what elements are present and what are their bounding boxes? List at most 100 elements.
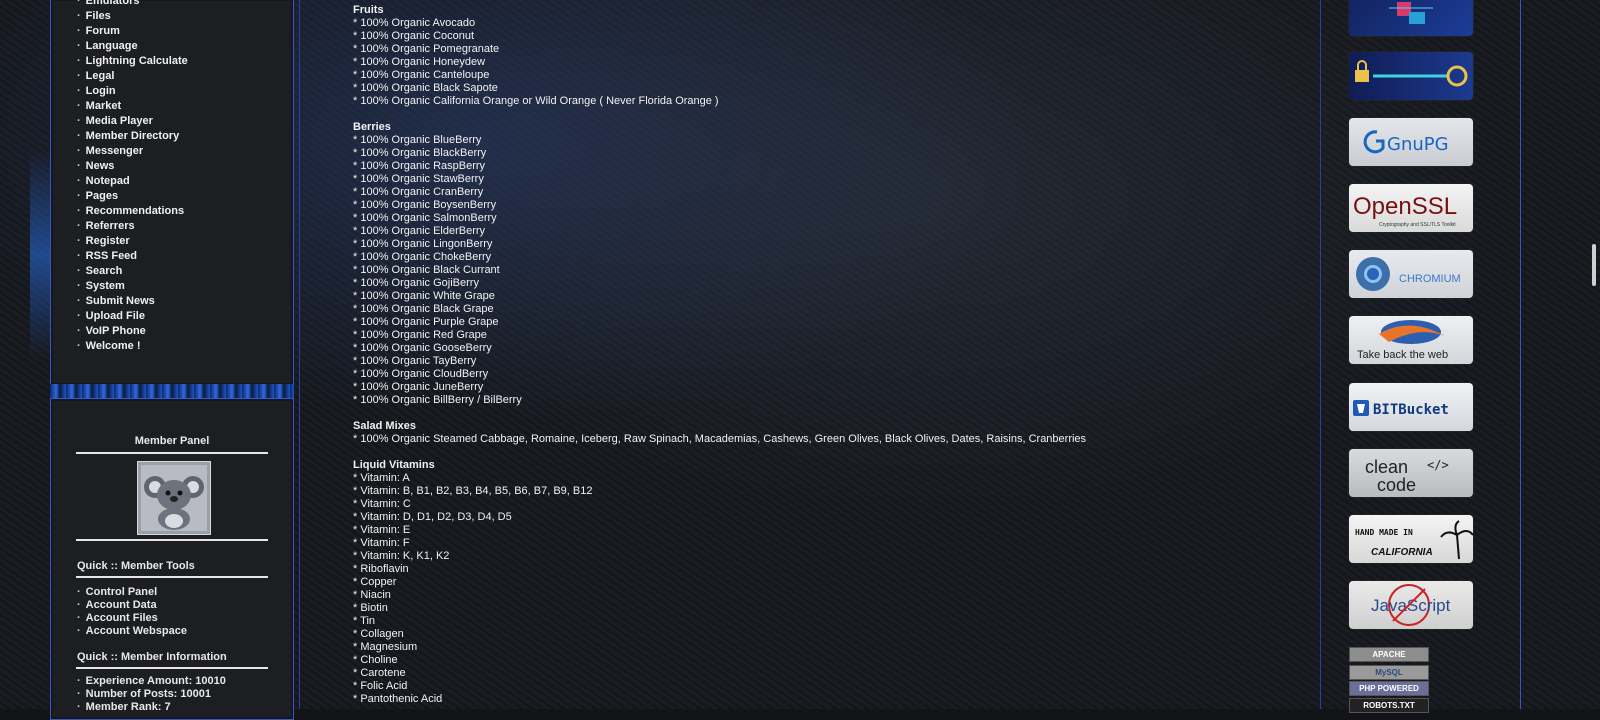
member-tool-link[interactable]: · Account Webspace <box>77 625 187 638</box>
module-link-register[interactable]: · Register <box>77 234 188 249</box>
openssl-logo-icon: OpenSSL Cryptography and SSL/TLS Toolkit <box>1353 193 1457 228</box>
module-link-referrers[interactable]: · Referrers <box>77 219 188 234</box>
member-tool-link[interactable]: · Control Panel <box>77 586 187 599</box>
module-link-submit-news[interactable]: · Submit News <box>77 294 188 309</box>
module-link-rss-feed[interactable]: · RSS Feed <box>77 249 188 264</box>
module-link-media-player[interactable]: · Media Player <box>77 114 188 129</box>
bullet-icon: · <box>77 599 81 611</box>
bullet-icon: · <box>77 115 81 127</box>
module-link-label: Login <box>85 85 116 97</box>
module-link-search[interactable]: · Search <box>77 264 188 279</box>
bullet-icon: · <box>77 250 81 262</box>
module-link-label: VoIP Phone <box>85 325 146 337</box>
module-link-forum[interactable]: · Forum <box>77 24 188 39</box>
list-item: * 100% Organic Honeydew <box>353 56 486 68</box>
bullet-icon: · <box>77 701 81 713</box>
member-tool-link[interactable]: · Account Files <box>77 612 187 625</box>
bullet-icon: · <box>77 85 81 97</box>
hand-made-badge[interactable]: HAND MADE IN CALIFORNIA <box>1349 515 1473 563</box>
bullet-icon: · <box>77 40 81 52</box>
module-link-language[interactable]: · Language <box>77 39 188 54</box>
list-item: * Carotene <box>353 667 406 679</box>
bullet-icon: · <box>77 205 81 217</box>
php-badge[interactable]: PHP POWERED <box>1349 681 1429 696</box>
list-item: * 100% Organic BoysenBerry <box>353 199 497 211</box>
section-title-vitamins: Liquid Vitamins <box>353 459 435 471</box>
robots-badge[interactable]: ROBOTS.TXT <box>1349 698 1429 713</box>
modules-panel: · Emulators · Files · Forum · Language · Lightnin… <box>50 0 294 386</box>
bitbucket-label: BITBucket <box>1373 402 1449 418</box>
list-item: * Magnesium <box>353 641 418 653</box>
module-link-pages[interactable]: · Pages <box>77 189 188 204</box>
avatar[interactable] <box>137 461 211 535</box>
gnupg-badge[interactable]: GnuPG <box>1349 118 1473 166</box>
apache-badge[interactable]: APACHE <box>1349 647 1429 662</box>
bullet-icon: · <box>77 688 81 700</box>
hand-made-label-2: CALIFORNIA <box>1371 547 1433 558</box>
member-info-title: Quick :: Member Information <box>77 651 227 663</box>
list-item: * 100% Organic ElderBerry <box>353 225 486 237</box>
list-item: * 100% Organic SalmonBerry <box>353 212 497 224</box>
member-info-item: · Member Rank: 7 <box>77 701 226 714</box>
mysql-badge[interactable]: MySQL <box>1349 665 1429 680</box>
decorative-divider <box>50 384 294 398</box>
list-item: * 100% Organic TayBerry <box>353 355 477 367</box>
list-item: * 100% Organic White Grape <box>353 290 495 302</box>
module-link-emulators[interactable]: · Emulators <box>77 0 188 9</box>
member-info-item: · Experience Amount: 10010 <box>77 675 226 688</box>
list-item: * 100% Organic JuneBerry <box>353 381 484 393</box>
module-link-messenger[interactable]: · Messenger <box>77 144 188 159</box>
module-link-label: Referrers <box>85 220 135 232</box>
encryption-key-badge[interactable] <box>1349 52 1473 100</box>
list-item: * 100% Organic Black Grape <box>353 303 494 315</box>
bullet-icon: · <box>77 295 81 307</box>
chromium-badge[interactable]: CHROMIUM <box>1349 250 1473 298</box>
module-link-market[interactable]: · Market <box>77 99 188 114</box>
section-title-fruits: Fruits <box>353 4 384 16</box>
mysql-label: MySQL <box>1375 668 1403 677</box>
section-title-berries: Berries <box>353 121 391 133</box>
bitbucket-badge[interactable]: BITBucket <box>1349 383 1473 431</box>
module-link-login[interactable]: · Login <box>77 84 188 99</box>
module-link-welcome[interactable]: · Welcome ! <box>77 339 188 354</box>
list-item: * Copper <box>353 576 397 588</box>
module-link-system[interactable]: · System <box>77 279 188 294</box>
clean-code-label-2: code <box>1377 475 1416 495</box>
gnupg-label: GnuPG <box>1387 134 1449 155</box>
fruits-list: * 100% Organic Avocado * 100% Organic Coc… <box>353 17 1086 108</box>
bullet-icon: · <box>77 160 81 172</box>
list-item: * Pantothenic Acid <box>353 693 443 705</box>
clean-code-badge[interactable]: clean code </> <box>1349 449 1473 497</box>
module-link-lightning-calculate[interactable]: · Lightning Calculate <box>77 54 188 69</box>
bullet-icon: · <box>77 625 81 637</box>
no-javascript-badge[interactable]: JavaScript <box>1349 581 1473 629</box>
bullet-icon: · <box>77 10 81 22</box>
list-item: * Tin <box>353 615 376 627</box>
main-content: Fruits * 100% Organic Avocado * 100% Orga… <box>299 0 1321 709</box>
koala-avatar-icon <box>144 476 204 530</box>
module-link-label: Lightning Calculate <box>85 55 188 67</box>
module-link-news[interactable]: · News <box>77 159 188 174</box>
module-link-notepad[interactable]: · Notepad <box>77 174 188 189</box>
openssl-badge[interactable]: OpenSSL Cryptography and SSL/TLS Toolkit <box>1349 184 1473 232</box>
module-link-voip-phone[interactable]: · VoIP Phone <box>77 324 188 339</box>
firefox-badge[interactable]: Take back the web <box>1349 316 1473 364</box>
module-link-recommendations[interactable]: · Recommendations <box>77 204 188 219</box>
javascript-label: JavaScript <box>1371 596 1451 615</box>
module-link-label: Recommendations <box>85 205 185 217</box>
module-link-label: Messenger <box>85 145 144 157</box>
module-link-legal[interactable]: · Legal <box>77 69 188 84</box>
module-link-upload-file[interactable]: · Upload File <box>77 309 188 324</box>
module-link-files[interactable]: · Files <box>77 9 188 24</box>
bullet-icon: · <box>77 70 81 82</box>
module-link-member-directory[interactable]: · Member Directory <box>77 129 188 144</box>
member-tool-link[interactable]: · Account Data <box>77 599 187 612</box>
list-item: * Riboflavin <box>353 563 409 575</box>
chromium-logo-icon: CHROMIUM <box>1356 257 1461 291</box>
member-info-list: · Experience Amount: 10010 · Number of Post… <box>77 675 226 714</box>
page-scrollbar[interactable] <box>1592 244 1596 286</box>
key-icon <box>1355 60 1468 87</box>
firefox-label: Take back the web <box>1357 349 1448 361</box>
security-badge[interactable] <box>1349 0 1473 36</box>
bullet-icon: · <box>77 586 81 598</box>
